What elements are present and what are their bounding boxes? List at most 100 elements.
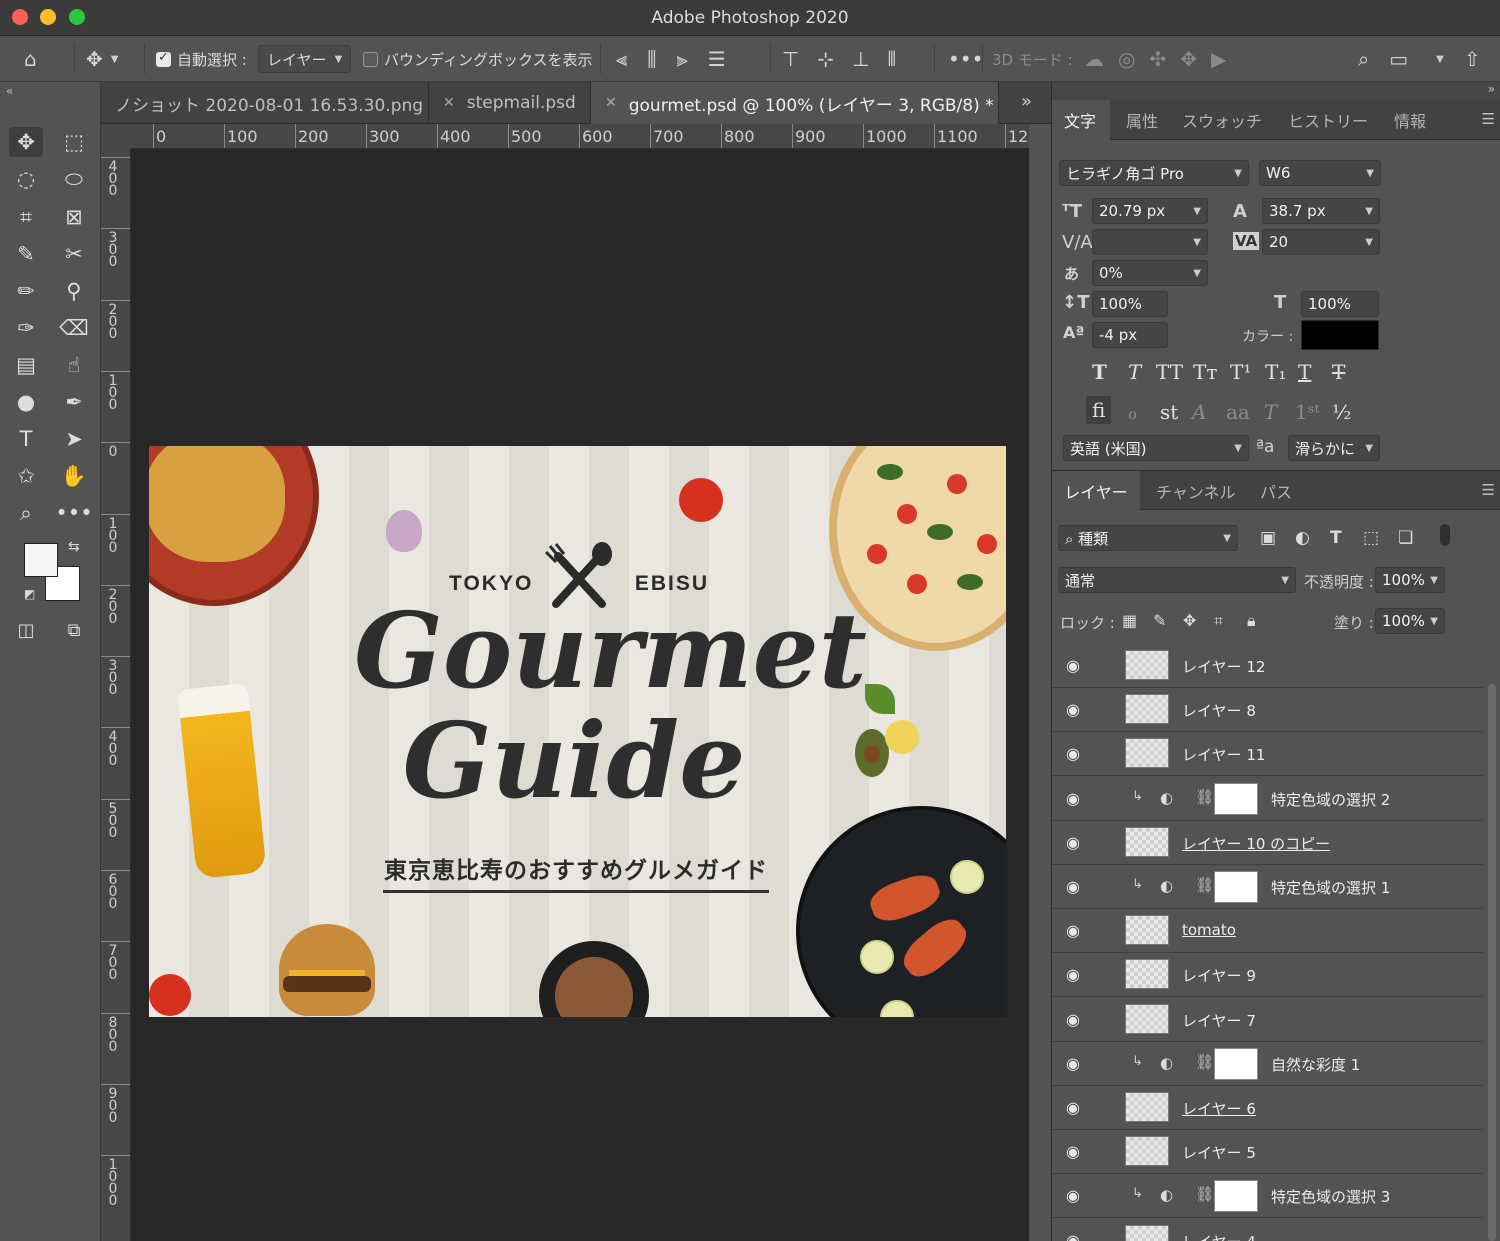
opacity-field[interactable]: 100% ▼: [1375, 567, 1445, 593]
frame-tool-icon[interactable]: ⊠: [57, 202, 91, 232]
layer-row[interactable]: ◉ tomato: [1052, 909, 1483, 954]
layer-row[interactable]: ◉ レイヤー 8: [1052, 688, 1483, 733]
expand-panels-icon[interactable]: »: [1488, 82, 1495, 96]
document-tab[interactable]: ノショット 2020-08-01 16.53.30.png: [101, 82, 429, 124]
ruler-origin[interactable]: [101, 124, 131, 149]
lock-all-icon[interactable]: 🔒︎: [1247, 611, 1256, 631]
move-tool-options[interactable]: ✥ ▼: [86, 36, 118, 82]
eraser-tool-icon[interactable]: ⌫: [57, 313, 91, 343]
visibility-eye-icon[interactable]: ◉: [1066, 1054, 1080, 1073]
layer-thumbnail[interactable]: [1125, 1224, 1169, 1241]
swap-colors-icon[interactable]: ⇆: [68, 539, 80, 555]
panel-menu-icon[interactable]: ☰: [1482, 110, 1495, 128]
tab-channels[interactable]: チャンネル: [1144, 471, 1248, 511]
layer-thumbnail[interactable]: [1125, 694, 1169, 725]
layer-name[interactable]: レイヤー 8: [1182, 700, 1256, 721]
stylistic-alternates-icon[interactable]: aa: [1226, 400, 1250, 424]
layer-thumbnail[interactable]: [1125, 1003, 1169, 1034]
link-icon[interactable]: ⛓: [1195, 1053, 1214, 1071]
link-icon[interactable]: ⛓: [1195, 788, 1214, 806]
share-icon[interactable]: ⇧: [1464, 47, 1481, 71]
tsume-field[interactable]: 0% ▼: [1092, 260, 1208, 286]
font-family-select[interactable]: ヒラギノ角ゴ Pro ▼: [1059, 160, 1249, 186]
tracking-field[interactable]: 20 ▼: [1262, 229, 1380, 255]
visibility-eye-icon[interactable]: ◉: [1066, 1010, 1080, 1029]
fill-field[interactable]: 100% ▼: [1375, 608, 1445, 634]
distribute-icon[interactable]: ☰: [708, 47, 726, 71]
layer-thumbnail[interactable]: [1125, 959, 1169, 990]
distribute-vertical-icon[interactable]: ⫴: [888, 47, 896, 71]
tab-paths[interactable]: パス: [1248, 471, 1304, 511]
layers-scrollbar[interactable]: [1488, 684, 1496, 1241]
lock-position-icon[interactable]: ✥: [1183, 611, 1196, 630]
layer-name[interactable]: 特定色域の選択 2: [1271, 789, 1390, 810]
zoom-tool-icon[interactable]: ⌕: [9, 498, 43, 528]
shape-tool-icon[interactable]: ✩: [9, 461, 43, 491]
visibility-eye-icon[interactable]: ◉: [1066, 1098, 1080, 1117]
visibility-eye-icon[interactable]: ◉: [1066, 656, 1080, 675]
small-caps-icon[interactable]: Tт: [1193, 360, 1217, 384]
filter-toggle-icon[interactable]: [1440, 524, 1450, 546]
lock-artboard-icon[interactable]: ⌗: [1214, 611, 1223, 631]
more-options-icon[interactable]: •••: [948, 47, 983, 71]
path-selection-icon[interactable]: ➤: [57, 424, 91, 454]
foreground-color-swatch[interactable]: [24, 543, 58, 577]
collapse-toolbar-icon[interactable]: «: [6, 84, 13, 98]
align-bottom-icon[interactable]: ⊥: [852, 47, 869, 71]
discretionary-ligatures-icon[interactable]: st: [1160, 400, 1178, 424]
align-right-icon[interactable]: ⫸: [676, 47, 687, 71]
faux-italic-icon[interactable]: T: [1128, 360, 1141, 384]
horizontal-scale-field[interactable]: 100%: [1301, 291, 1379, 317]
tab-history[interactable]: ヒストリー: [1276, 100, 1380, 140]
font-style-select[interactable]: W6 ▼: [1259, 160, 1381, 186]
stamp-tool-icon[interactable]: ⚲: [57, 276, 91, 306]
artboard[interactable]: TOKYO EBISU Gourmet Guide 東京恵比寿のおすすめグルメガ…: [149, 446, 1006, 1017]
layers-list[interactable]: ◉ レイヤー 12 ◉ レイヤー 8 ◉ レイヤー 11 ◉ ↳ ◐ ⛓ 特定色域の選択 2 ◉ レイヤ…: [1052, 644, 1483, 1241]
content-aware-move-icon[interactable]: ✂: [57, 239, 91, 269]
layer-thumbnail[interactable]: [1125, 1136, 1169, 1167]
visibility-eye-icon[interactable]: ◉: [1066, 700, 1080, 719]
leading-field[interactable]: 38.7 px ▼: [1262, 198, 1380, 224]
layer-mask-thumbnail[interactable]: [1214, 1047, 1258, 1080]
old-style-icon[interactable]: ℴ: [1128, 400, 1137, 424]
layer-row[interactable]: ◉ レイヤー 11: [1052, 732, 1483, 777]
ordinals-icon[interactable]: 1ˢᵗ: [1295, 400, 1319, 424]
filter-type-icon[interactable]: T: [1330, 528, 1342, 548]
history-brush-icon[interactable]: ✑: [9, 313, 43, 343]
layer-name[interactable]: レイヤー 11: [1182, 744, 1265, 765]
layer-mask-thumbnail[interactable]: [1214, 1180, 1258, 1213]
faux-bold-icon[interactable]: T: [1092, 360, 1107, 384]
layer-thumbnail[interactable]: [1125, 826, 1169, 857]
tab-swatches[interactable]: スウォッチ: [1170, 100, 1274, 140]
layer-thumbnail[interactable]: [1125, 915, 1169, 946]
layer-name[interactable]: 特定色域の選択 3: [1271, 1186, 1390, 1207]
lock-image-icon[interactable]: ✎: [1153, 611, 1166, 630]
visibility-eye-icon[interactable]: ◉: [1066, 921, 1080, 940]
tab-character[interactable]: 文字: [1052, 100, 1110, 140]
align-vcenter-icon[interactable]: ⊹: [817, 47, 834, 71]
visibility-eye-icon[interactable]: ◉: [1066, 1231, 1080, 1241]
layer-name[interactable]: tomato: [1182, 921, 1236, 939]
kerning-field[interactable]: ▼: [1092, 229, 1208, 255]
layer-row[interactable]: ◉ レイヤー 9: [1052, 953, 1483, 998]
hand-tool-icon[interactable]: ✋: [57, 461, 91, 491]
crop-tool-icon[interactable]: ⌗: [9, 202, 43, 232]
underline-icon[interactable]: T: [1298, 360, 1311, 384]
superscript-icon[interactable]: T¹: [1230, 360, 1251, 384]
antialias-select[interactable]: 滑らかに ▼: [1288, 435, 1380, 461]
quick-selection-tool-icon[interactable]: ⬭: [57, 164, 91, 194]
panel-collapse-bar[interactable]: »: [1052, 82, 1500, 100]
type-tool-icon[interactable]: T: [9, 424, 43, 454]
text-color-swatch[interactable]: [1301, 320, 1379, 350]
layer-name[interactable]: レイヤー 10 のコピー: [1182, 833, 1330, 854]
tab-info[interactable]: 情報: [1382, 100, 1438, 140]
tab-layers[interactable]: レイヤー: [1052, 471, 1140, 511]
filter-adjustment-icon[interactable]: ◐: [1295, 528, 1310, 548]
align-left-icon[interactable]: ⫷: [616, 47, 627, 71]
visibility-eye-icon[interactable]: ◉: [1066, 877, 1080, 896]
layer-row[interactable]: ◉ ↳ ◐ ⛓ 特定色域の選択 3: [1052, 1174, 1483, 1219]
layer-row[interactable]: ◉ レイヤー 7: [1052, 998, 1483, 1042]
smudge-tool-icon[interactable]: ☝: [57, 350, 91, 380]
more-tools-icon[interactable]: •••: [55, 498, 92, 528]
layer-name[interactable]: レイヤー 9: [1182, 965, 1256, 986]
